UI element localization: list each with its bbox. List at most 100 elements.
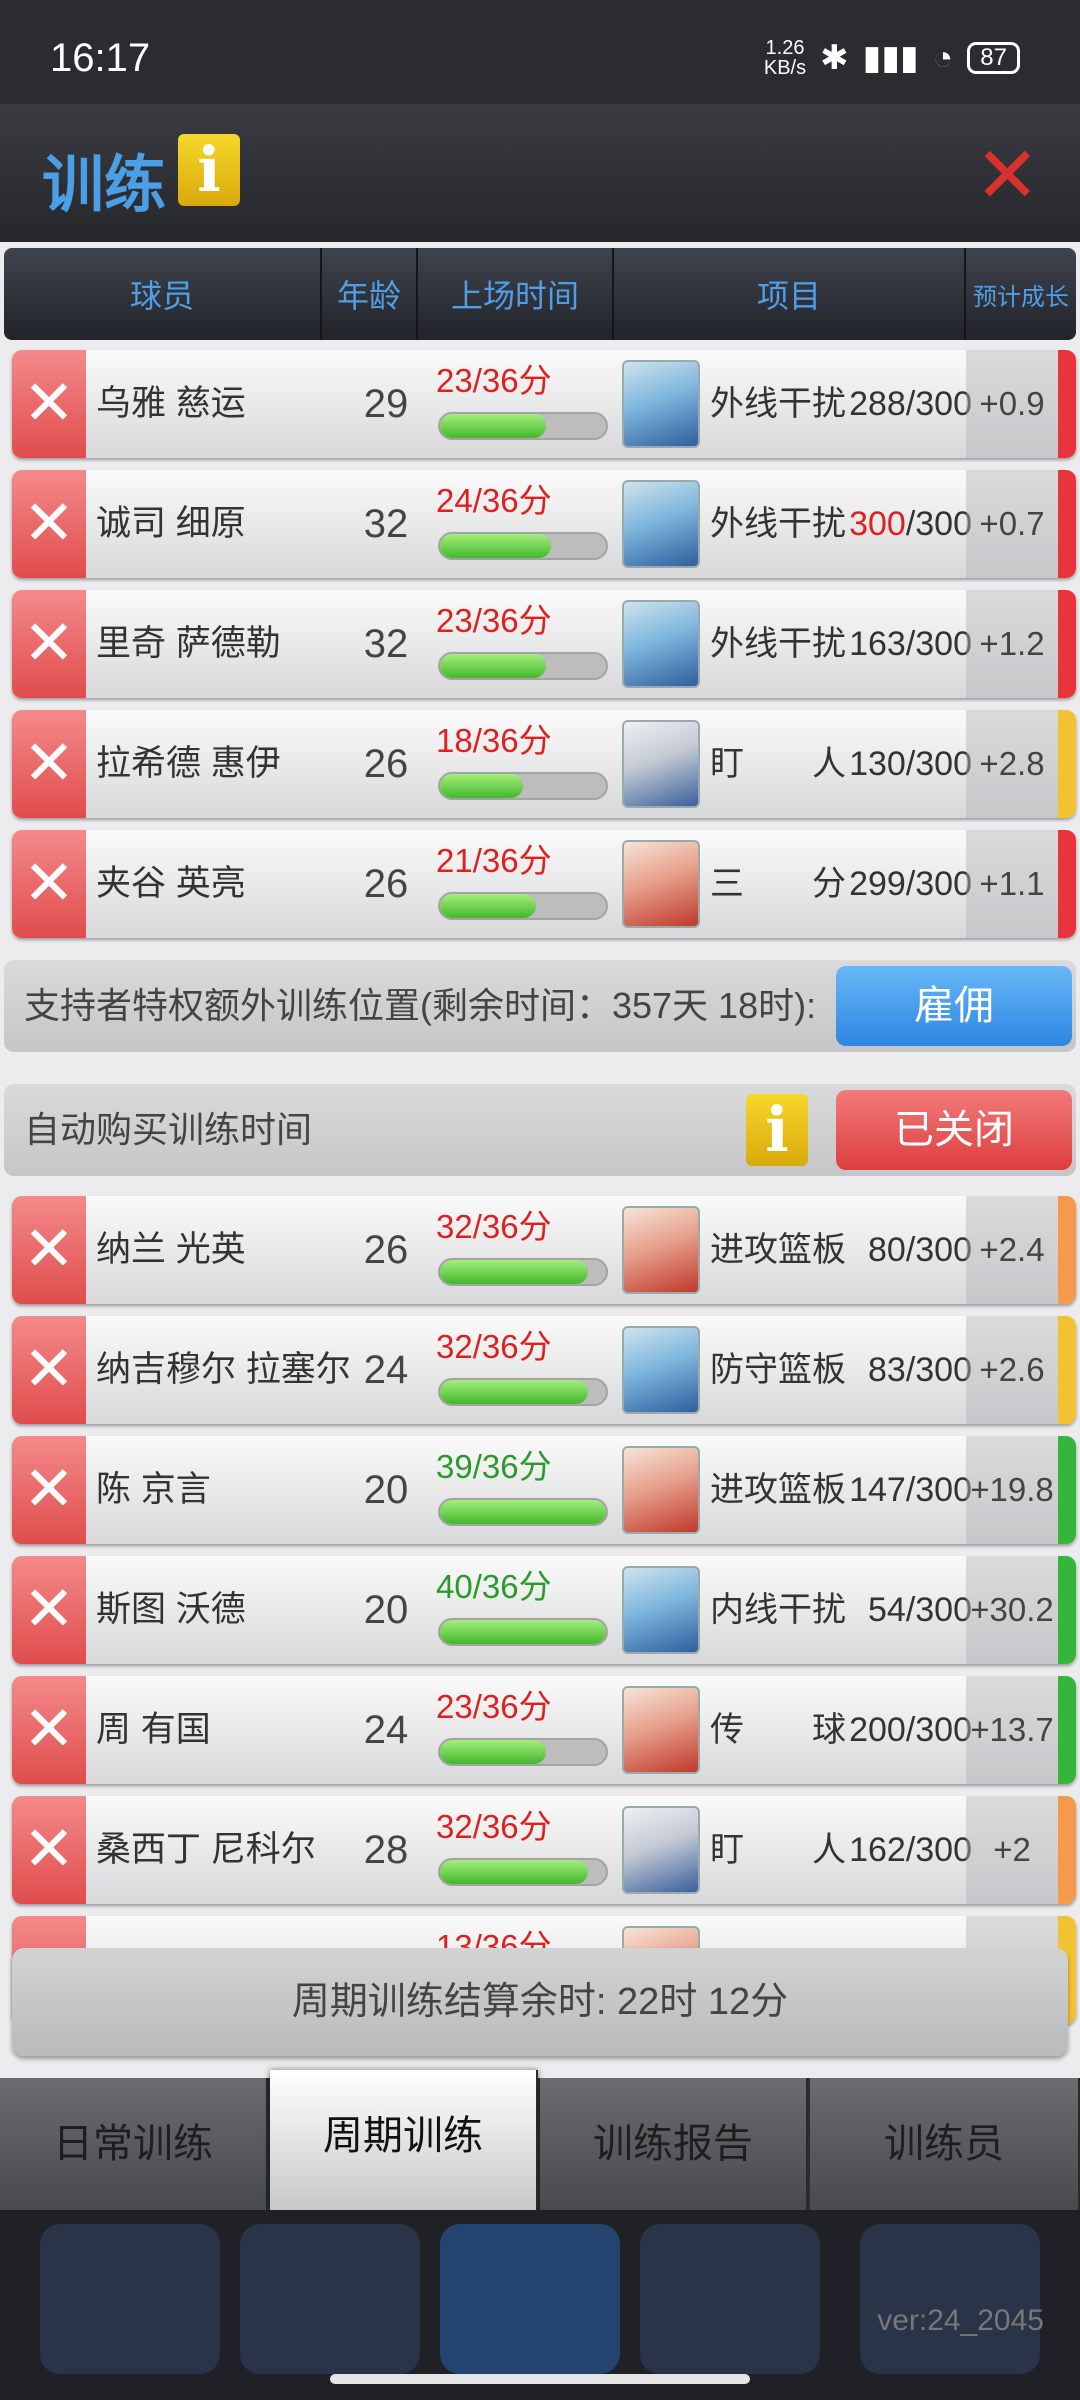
tab-period-training[interactable]: 周期训练 [270, 2070, 538, 2210]
play-minutes: 24/36分 [436, 482, 552, 519]
training-item-icon[interactable] [622, 1206, 700, 1294]
remove-player-button[interactable]: ✕ [12, 1796, 86, 1904]
training-progress-max: /300 [905, 1351, 972, 1389]
training-item-icon[interactable] [622, 480, 700, 568]
player-row[interactable]: ✕ 里奇 萨德勒 32 23/36分 外线干扰 163/300 +1.2 [12, 590, 1076, 698]
column-item: 项目 [614, 248, 966, 340]
hire-button[interactable]: 雇佣 [836, 966, 1072, 1046]
training-progress: 130/300 [830, 710, 972, 818]
growth-level-indicator [1058, 830, 1076, 938]
play-minutes-bar-fill [440, 1380, 588, 1404]
training-item-icon[interactable] [622, 1326, 700, 1414]
remove-player-button[interactable]: ✕ [12, 1316, 86, 1424]
training-progress-value: 200 [849, 1711, 906, 1749]
training-progress: 162/300 [830, 1796, 972, 1904]
training-progress: 80/300 [830, 1196, 972, 1304]
training-item: 进攻篮板 [710, 1471, 846, 1509]
training-item: 进攻篮板 [710, 1231, 846, 1269]
battery-level: 87 [980, 44, 1007, 71]
player-name: 诚司 细原 [96, 504, 246, 543]
tab-trainer[interactable]: 训练员 [810, 2078, 1080, 2210]
training-item-icon[interactable] [622, 600, 700, 688]
period-countdown: 周期训练结算余时: 22时 12分 [12, 1948, 1068, 2056]
player-name: 拉希德 惠伊 [96, 744, 281, 783]
background-footer: ver:24_2045 [0, 2210, 1080, 2400]
remove-player-button[interactable]: ✕ [12, 1556, 86, 1664]
tab-training-report[interactable]: 训练报告 [540, 2078, 808, 2210]
player-row[interactable]: ✕ 拉希德 惠伊 26 18/36分盯 人 130/300 +2.8 [12, 710, 1076, 818]
play-minutes-bar-fill [440, 414, 547, 438]
training-progress: 54/300 [830, 1556, 972, 1664]
remove-player-button[interactable]: ✕ [12, 1436, 86, 1544]
play-minutes: 32/36分 [436, 1208, 552, 1245]
player-row[interactable]: ✕ 斯图 沃德 20 40/36分 内线干扰 54/300 +30.2 [12, 1556, 1076, 1664]
player-age: 24 [363, 1708, 409, 1752]
info-icon[interactable]: i [178, 134, 240, 206]
play-minutes-bar [438, 532, 608, 560]
play-minutes: 23/36分 [436, 602, 552, 639]
play-minutes-bar [438, 772, 608, 800]
play-minutes: 39/36分 [436, 1448, 552, 1485]
training-progress: 200/300 [830, 1676, 972, 1784]
remove-player-button[interactable]: ✕ [12, 350, 86, 458]
training-progress: 147/300 [830, 1436, 972, 1544]
growth-level-indicator [1058, 1436, 1076, 1544]
training-progress-max: /300 [905, 1231, 972, 1269]
remove-player-button[interactable]: ✕ [12, 590, 86, 698]
tab-daily-training[interactable]: 日常训练 [0, 2078, 268, 2210]
training-item-icon[interactable] [622, 1806, 700, 1894]
training-progress-value: 130 [849, 745, 906, 783]
auto-buy-info-icon[interactable]: i [746, 1094, 808, 1166]
training-item: 内线干扰 [710, 1591, 846, 1629]
player-name: 斯图 沃德 [96, 1590, 246, 1629]
remove-player-button[interactable]: ✕ [12, 710, 86, 818]
training-item-icon[interactable] [622, 720, 700, 808]
expected-growth: +1.1 [979, 865, 1045, 902]
player-age: 26 [363, 742, 409, 786]
play-minutes-bar-fill [440, 1260, 588, 1284]
training-panel: 球员 年龄 上场时间 项目 预计成长 ✕ 乌雅 慈运 29 23/36分 外线干扰 288… [0, 242, 1080, 2078]
home-indicator[interactable] [330, 2374, 750, 2384]
player-name: 纳吉穆尔 拉塞尔 [96, 1350, 351, 1389]
expected-growth: +0.7 [979, 505, 1045, 542]
player-row[interactable]: ✕ 乌雅 慈运 29 23/36分 外线干扰 288/300 +0.9 [12, 350, 1076, 458]
training-item: 外线干扰 [710, 505, 846, 543]
play-minutes-bar-fill [440, 534, 552, 558]
training-progress: 300/300 [830, 470, 972, 578]
status-bar: 16:17 1.26 KB/s ✱ ▮▮▮ ◔ 87 [0, 0, 1080, 104]
training-item-icon[interactable] [622, 1446, 700, 1534]
remove-player-button[interactable]: ✕ [12, 1676, 86, 1784]
version-label: ver:24_2045 [877, 2304, 1044, 2337]
player-row[interactable]: ✕ 周 有国 24 23/36分传 球 200/300 +13.7 [12, 1676, 1076, 1784]
training-progress-max: /300 [905, 745, 972, 783]
column-header: 球员 年龄 上场时间 项目 预计成长 [4, 248, 1076, 340]
player-row[interactable]: ✕ 陈 京言 20 39/36分 进攻篮板 147/300 +19.8 [12, 1436, 1076, 1544]
player-row[interactable]: ✕ 诚司 细原 32 24/36分 外线干扰 300/300 +0.7 [12, 470, 1076, 578]
play-minutes: 23/36分 [436, 362, 552, 399]
remove-player-button[interactable]: ✕ [12, 830, 86, 938]
player-row[interactable]: ✕ 纳吉穆尔 拉塞尔 24 32/36分 防守篮板 83/300 +2.6 [12, 1316, 1076, 1424]
close-icon[interactable]: ✕ [975, 136, 1040, 214]
player-row[interactable]: ✕ 桑西丁 尼科尔 28 32/36分盯 人 162/300 +2 [12, 1796, 1076, 1904]
training-progress-max: /300 [905, 1711, 972, 1749]
player-age: 20 [363, 1468, 409, 1512]
auto-buy-toggle-button[interactable]: 已关闭 [836, 1090, 1072, 1170]
training-progress: 288/300 [830, 350, 972, 458]
training-progress: 299/300 [830, 830, 972, 938]
player-row[interactable]: ✕ 纳兰 光英 26 32/36分 进攻篮板 80/300 +2.4 [12, 1196, 1076, 1304]
network-speed-value: 1.26 [765, 37, 805, 59]
play-minutes-bar [438, 412, 608, 440]
auto-buy-text: 自动购买训练时间 [24, 1109, 313, 1150]
play-minutes-bar [438, 1498, 608, 1526]
player-row[interactable]: ✕ 夹谷 英亮 26 21/36分三 分 299/300 +1.1 [12, 830, 1076, 938]
player-age: 20 [363, 1588, 409, 1632]
play-minutes-bar-fill [440, 654, 547, 678]
remove-player-button[interactable]: ✕ [12, 1196, 86, 1304]
remove-player-button[interactable]: ✕ [12, 470, 86, 578]
training-item-icon[interactable] [622, 840, 700, 928]
training-item-icon[interactable] [622, 1566, 700, 1654]
play-minutes-bar-fill [440, 894, 537, 918]
expected-growth: +2.4 [979, 1231, 1045, 1268]
training-item-icon[interactable] [622, 1686, 700, 1774]
training-item-icon[interactable] [622, 360, 700, 448]
